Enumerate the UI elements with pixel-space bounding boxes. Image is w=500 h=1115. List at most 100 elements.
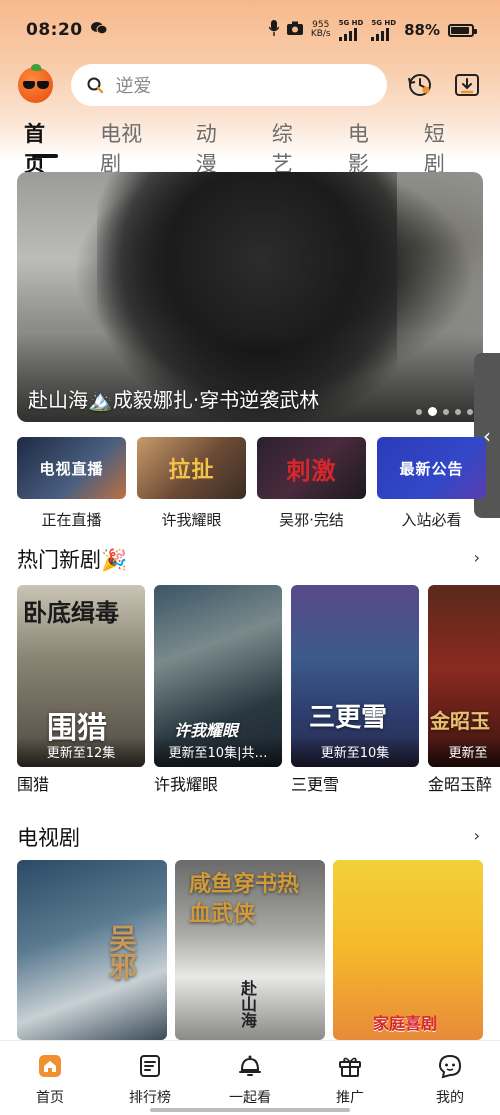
tv-row: 吴邪 咸鱼穿书热血武侠 赴山海 家庭喜剧 <box>17 860 483 1040</box>
signal-sim2: 5G HD <box>371 18 397 41</box>
mic-icon <box>268 20 280 40</box>
quick-entry-label: 许我耀眼 <box>161 511 222 529</box>
tab-tv-series[interactable]: 电视剧 <box>100 118 159 178</box>
logo-leaf <box>31 64 41 71</box>
tv-poster-wuxie[interactable]: 吴邪 <box>17 860 167 1040</box>
net-speed-unit: KB/s <box>310 29 331 39</box>
quick-entry-label: 正在直播 <box>41 511 102 529</box>
quick-entry-xuwoyaoyan[interactable]: 拉扯 许我耀眼 <box>137 437 246 530</box>
tab-home[interactable]: 首页 <box>24 118 63 178</box>
banner-dot[interactable] <box>455 408 461 415</box>
poster-title-text: 金昭玉 <box>430 709 490 733</box>
app-header: 逆爱 <box>0 62 500 108</box>
banner-dot[interactable] <box>443 408 449 415</box>
quick-entry-image-text: 电视直播 <box>39 459 104 478</box>
nav-promotion[interactable]: 推广 <box>300 1041 400 1115</box>
poster-title-text: 三更雪 <box>309 703 388 733</box>
quick-entry-label: 入站必看 <box>401 511 462 529</box>
drama-poster: 金昭玉 更新至 <box>428 585 500 767</box>
nav-label: 排行榜 <box>129 1090 171 1106</box>
sim1-label: 5G HD <box>338 18 364 27</box>
tab-anime[interactable]: 动漫 <box>196 118 235 178</box>
search-bar[interactable]: 逆爱 <box>71 64 387 106</box>
poster-title-text: 赴山海 <box>238 980 257 1028</box>
episode-badge: 更新至 <box>428 737 500 767</box>
episode-badge: 更新至10集|共… <box>154 737 282 767</box>
banner-title: 赴山海🏔️成毅娜扎·穿书逆袭武林 <box>28 388 320 412</box>
network-speed: 955 KB/s <box>311 21 331 39</box>
drama-poster: 三更雪 更新至10集 <box>291 585 419 767</box>
nav-label: 推广 <box>336 1090 364 1106</box>
history-icon[interactable] <box>405 70 435 100</box>
drama-title: 三更雪 <box>291 775 340 794</box>
featured-banner[interactable]: 赴山海🏔️成毅娜扎·穿书逆袭武林 <box>17 172 483 422</box>
hot-dramas-row: 卧底缉毒 围猎 更新至12集 围猎 许我耀眼 更新至10集|共… 许我耀眼 三更… <box>17 585 500 795</box>
nav-watch-together[interactable]: 一起看 <box>200 1041 300 1115</box>
logo-sunglasses <box>23 81 49 89</box>
banner-dot-active[interactable] <box>428 407 437 416</box>
banner-dot[interactable] <box>467 408 473 415</box>
drama-card-jinzhao[interactable]: 金昭玉 更新至 金昭玉醉 <box>428 585 500 795</box>
tab-short-drama[interactable]: 短剧 <box>424 118 463 178</box>
status-bar: 08:20 955 KB/s 5G HD 5G HD 88% <box>0 0 500 60</box>
tab-movies[interactable]: 电影 <box>348 118 387 178</box>
poster-title-text: 吴邪 <box>105 924 138 980</box>
quick-entry-image: 电视直播 <box>17 437 126 499</box>
poster-title-text: 家庭喜剧 <box>373 1014 438 1033</box>
quick-entry-image: 刺激 <box>257 437 366 499</box>
home-indicator[interactable] <box>150 1108 350 1112</box>
signal-bars-icon <box>338 27 357 41</box>
sim2-label: 5G HD <box>371 18 397 27</box>
home-icon <box>37 1053 63 1079</box>
drama-poster: 卧底缉毒 围猎 更新至12集 <box>17 585 145 767</box>
episode-badge: 更新至10集 <box>291 737 419 767</box>
signal-sim1: 5G HD <box>338 18 364 41</box>
quick-entry-live[interactable]: 电视直播 正在直播 <box>17 437 126 530</box>
banner-dot[interactable] <box>416 408 422 415</box>
drama-card-sangengxue[interactable]: 三更雪 更新至10集 三更雪 <box>291 585 419 795</box>
download-icon[interactable] <box>452 70 482 100</box>
hot-section-more-icon[interactable]: › <box>474 548 480 567</box>
quick-entry-label: 吴邪·完结 <box>279 511 344 529</box>
drama-title: 围猎 <box>17 775 50 794</box>
status-time: 08:20 <box>26 20 83 40</box>
status-right: 955 KB/s 5G HD 5G HD 88% <box>268 18 477 41</box>
nav-home[interactable]: 首页 <box>0 1041 100 1115</box>
nav-label: 首页 <box>36 1090 64 1106</box>
drama-card-weilie[interactable]: 卧底缉毒 围猎 更新至12集 围猎 <box>17 585 145 795</box>
nav-ranking[interactable]: 排行榜 <box>100 1041 200 1115</box>
quick-entries: 电视直播 正在直播 拉扯 许我耀眼 刺激 吴邪·完结 最新公告 入站必看 <box>17 437 486 530</box>
bottom-navigation: 首页 排行榜 一起看 推广 我的 <box>0 1040 500 1115</box>
quick-entry-image: 拉扯 <box>137 437 246 499</box>
gift-icon <box>337 1053 363 1079</box>
drama-poster: 许我耀眼 更新至10集|共… <box>154 585 282 767</box>
episode-badge: 更新至12集 <box>17 737 145 767</box>
quick-entry-image: 最新公告 <box>377 437 486 499</box>
app-logo[interactable] <box>18 64 54 103</box>
drama-title: 许我耀眼 <box>154 775 219 794</box>
tab-variety[interactable]: 综艺 <box>272 118 311 178</box>
drama-card-xuwoyaoyan[interactable]: 许我耀眼 更新至10集|共… 许我耀眼 <box>154 585 282 795</box>
quick-entry-wuxie[interactable]: 刺激 吴邪·完结 <box>257 437 366 530</box>
banner-pagination <box>416 407 473 416</box>
quick-entry-must-watch[interactable]: 最新公告 入站必看 <box>377 437 486 530</box>
hot-section-title: 热门新剧🎉 <box>17 548 128 572</box>
quick-entry-image-text: 拉扯 <box>168 458 215 483</box>
watch-together-icon <box>237 1053 263 1079</box>
camera-icon <box>286 21 303 39</box>
poster-title-text: 卧底缉毒 <box>23 599 119 627</box>
search-placeholder: 逆爱 <box>115 76 152 97</box>
tv-section-more-icon[interactable]: › <box>474 826 480 845</box>
nav-profile[interactable]: 我的 <box>400 1041 500 1115</box>
search-icon <box>85 75 105 95</box>
battery-fill <box>451 26 469 34</box>
tv-poster-family[interactable]: 家庭喜剧 <box>333 860 483 1040</box>
profile-icon <box>437 1053 463 1079</box>
tv-poster-fushanhai[interactable]: 咸鱼穿书热血武侠 赴山海 <box>175 860 325 1040</box>
nav-label: 一起看 <box>229 1090 271 1106</box>
chat-notification-icon <box>90 21 108 39</box>
signal-bars-icon <box>371 27 390 41</box>
ranking-icon <box>137 1053 163 1079</box>
quick-entry-image-text: 最新公告 <box>399 459 464 478</box>
nav-label: 我的 <box>436 1090 464 1106</box>
